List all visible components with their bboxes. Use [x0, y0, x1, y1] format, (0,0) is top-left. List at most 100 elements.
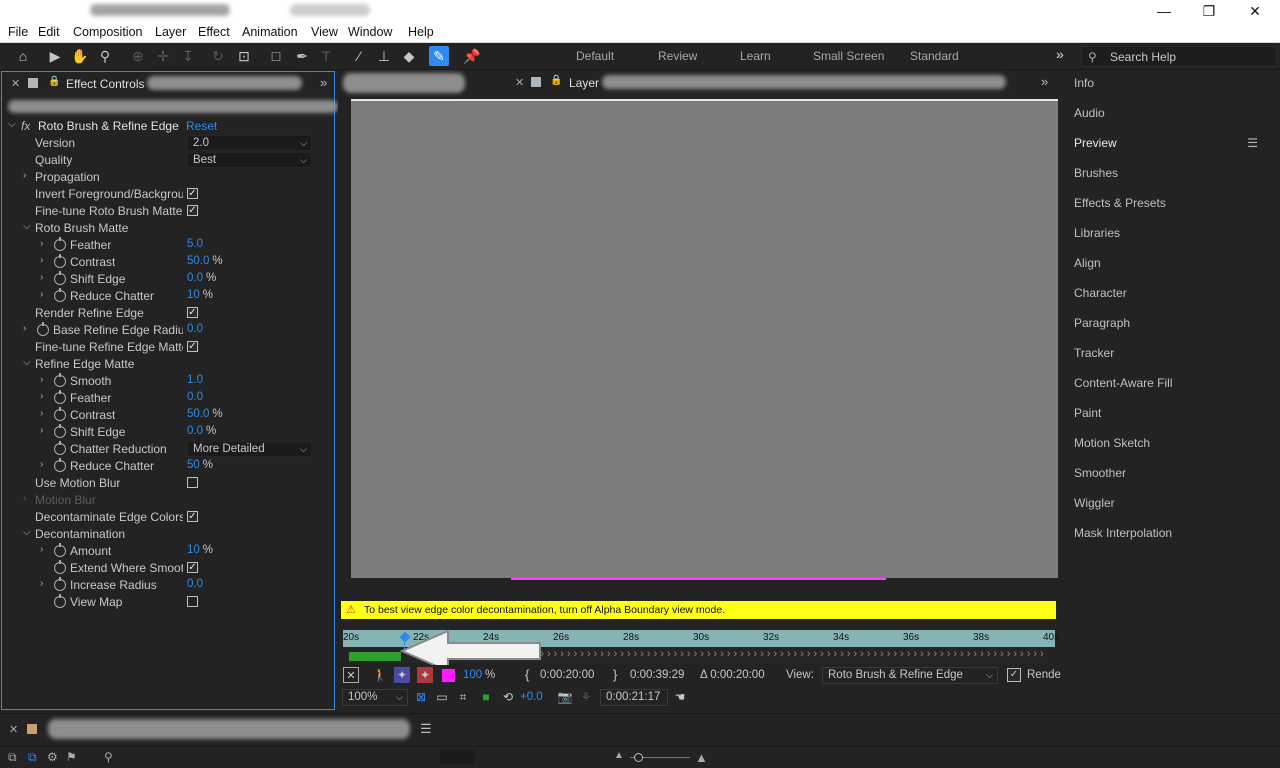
property-value[interactable]: 0.0 — [187, 391, 206, 403]
set-in-point-icon[interactable]: { — [525, 667, 529, 682]
property-value[interactable]: 0.0% — [187, 425, 216, 437]
chatter-reduction-dropdown[interactable]: More Detailed ⌵ — [187, 441, 312, 457]
expand-icon[interactable]: › — [40, 289, 43, 300]
collapse-icon[interactable]: ⌵ — [23, 357, 31, 368]
panel-paint[interactable]: Paint — [1061, 401, 1280, 430]
expand-icon[interactable]: › — [23, 170, 26, 181]
workspace-small-screen[interactable]: Small Screen — [813, 49, 884, 63]
dolly-camera-icon[interactable]: ↧ — [178, 46, 198, 66]
transfer-controls-icon[interactable]: ⚙ — [47, 750, 58, 764]
collapse-icon[interactable]: ⌵ — [23, 221, 31, 232]
panel-content-aware-fill[interactable]: Content-Aware Fill — [1061, 371, 1280, 400]
panel-character[interactable]: Character — [1061, 281, 1280, 310]
property-value[interactable]: 5.0 — [187, 238, 206, 250]
expand-icon[interactable]: › — [23, 493, 26, 504]
pan-camera-icon[interactable]: ✛ — [153, 46, 173, 66]
panel-menu-icon[interactable]: ☰ — [1247, 131, 1258, 155]
pan-behind-icon[interactable]: ⊡ — [234, 46, 254, 66]
rotation-tool-icon[interactable]: ↻ — [208, 46, 228, 66]
menu-animation[interactable]: Animation — [242, 25, 298, 39]
search-help-box[interactable]: ⚲ — [1081, 46, 1277, 67]
clone-stamp-icon[interactable]: ⊥ — [374, 46, 394, 66]
expand-icon[interactable]: › — [40, 544, 43, 555]
stopwatch-icon[interactable] — [54, 288, 66, 302]
value-number[interactable]: 50 — [187, 459, 200, 471]
grid-guides-icon[interactable]: ⌗ — [455, 689, 471, 705]
checkbox[interactable] — [187, 596, 198, 607]
snapshot-camera-icon[interactable]: 📷 — [557, 689, 573, 705]
panel-libraries[interactable]: Libraries — [1061, 221, 1280, 250]
checkbox[interactable]: ✓ — [187, 188, 198, 199]
workspace-learn[interactable]: Learn — [740, 49, 771, 63]
stopwatch-icon[interactable] — [54, 254, 66, 268]
close-tab-icon[interactable]: ✕ — [11, 77, 20, 90]
exposure-value[interactable]: +0.0 — [520, 691, 543, 703]
menu-help[interactable]: Help — [408, 25, 434, 39]
stopwatch-icon[interactable] — [54, 407, 66, 421]
close-tab-icon[interactable]: ✕ — [9, 723, 18, 736]
expand-icon[interactable]: › — [40, 374, 43, 385]
overlay-color-swatch[interactable] — [442, 669, 455, 682]
value-number[interactable]: 10 — [187, 289, 200, 301]
expand-icon[interactable]: › — [40, 255, 43, 266]
expand-icon[interactable]: › — [40, 408, 43, 419]
property-value[interactable]: 0.0% — [187, 272, 216, 284]
stopwatch-icon[interactable] — [54, 271, 66, 285]
puppet-pin-icon[interactable]: 📌 — [462, 46, 482, 66]
zoom-slider-thumb[interactable] — [634, 753, 643, 762]
show-snapshot-icon[interactable]: ⚘ — [578, 689, 594, 705]
pen-tool-icon[interactable]: ✒ — [292, 46, 312, 66]
panel-audio[interactable]: Audio — [1061, 101, 1280, 130]
menu-view[interactable]: View — [311, 25, 338, 39]
property-value[interactable]: 50.0% — [187, 255, 223, 267]
menu-effect[interactable]: Effect — [198, 25, 230, 39]
stopwatch-icon[interactable] — [54, 390, 66, 404]
stopwatch-icon[interactable] — [54, 543, 66, 557]
value-number[interactable]: 0.0 — [187, 323, 203, 335]
panel-more-button[interactable]: » — [1041, 74, 1048, 89]
roto-brush-tool-icon[interactable]: ✎ — [429, 46, 449, 66]
property-value[interactable]: 1.0 — [187, 374, 206, 386]
checkbox[interactable]: ✓ — [187, 511, 198, 522]
zoom-tool-icon[interactable]: ⚲ — [95, 46, 115, 66]
search-icon[interactable]: ⚲ — [104, 750, 113, 764]
expand-icon[interactable]: › — [23, 323, 26, 334]
stopwatch-icon[interactable] — [54, 577, 66, 591]
region-of-interest-icon[interactable]: ▭ — [434, 689, 450, 705]
set-out-point-icon[interactable]: } — [613, 667, 617, 682]
fit-icon[interactable]: ⊠ — [413, 689, 429, 705]
menu-layer[interactable]: Layer — [155, 25, 186, 39]
value-number[interactable]: 0.0 — [187, 272, 203, 284]
panel-brushes[interactable]: Brushes — [1061, 161, 1280, 190]
checkbox[interactable] — [187, 477, 198, 488]
type-tool-icon[interactable]: T — [316, 46, 336, 66]
render-checkbox[interactable]: ✓ — [1007, 668, 1021, 682]
reset-link[interactable]: Reset — [186, 119, 217, 133]
stopwatch-icon[interactable] — [37, 322, 49, 336]
brush-tool-icon[interactable]: ⁄ — [349, 46, 369, 66]
fx-icon[interactable]: fx — [21, 119, 30, 133]
value-number[interactable]: 5.0 — [187, 238, 203, 250]
stopwatch-icon[interactable] — [54, 458, 66, 472]
out-point-time[interactable]: 0:00:39:29 — [630, 669, 684, 681]
search-help-input[interactable] — [1110, 49, 1270, 64]
search-field[interactable] — [440, 750, 474, 764]
stopwatch-icon[interactable] — [54, 424, 66, 438]
panel-tracker[interactable]: Tracker — [1061, 341, 1280, 370]
show-channel-icon[interactable]: ■ — [478, 689, 494, 705]
panel-info[interactable]: Info — [1061, 71, 1280, 100]
menu-file[interactable]: File — [8, 25, 28, 39]
menu-composition[interactable]: Composition — [73, 25, 142, 39]
alpha-boundary-icon[interactable]: ✦ — [394, 667, 410, 683]
value-number[interactable]: 0.0 — [187, 578, 203, 590]
expand-icon[interactable]: › — [40, 459, 43, 470]
expand-icon[interactable]: › — [40, 238, 43, 249]
alpha-toggle-icon[interactable]: ✕ — [343, 667, 359, 683]
comp-flowchart-icon[interactable]: ⧉ — [8, 750, 17, 765]
alpha-overlay-icon[interactable]: ✦ — [417, 667, 433, 683]
panel-more-button[interactable]: » — [320, 75, 327, 90]
value-number[interactable]: 0.0 — [187, 425, 203, 437]
zoom-out-icon[interactable]: ▲ — [614, 750, 624, 761]
value-number[interactable]: 1.0 — [187, 374, 203, 386]
panel-menu-icon[interactable]: ☰ — [420, 721, 432, 737]
